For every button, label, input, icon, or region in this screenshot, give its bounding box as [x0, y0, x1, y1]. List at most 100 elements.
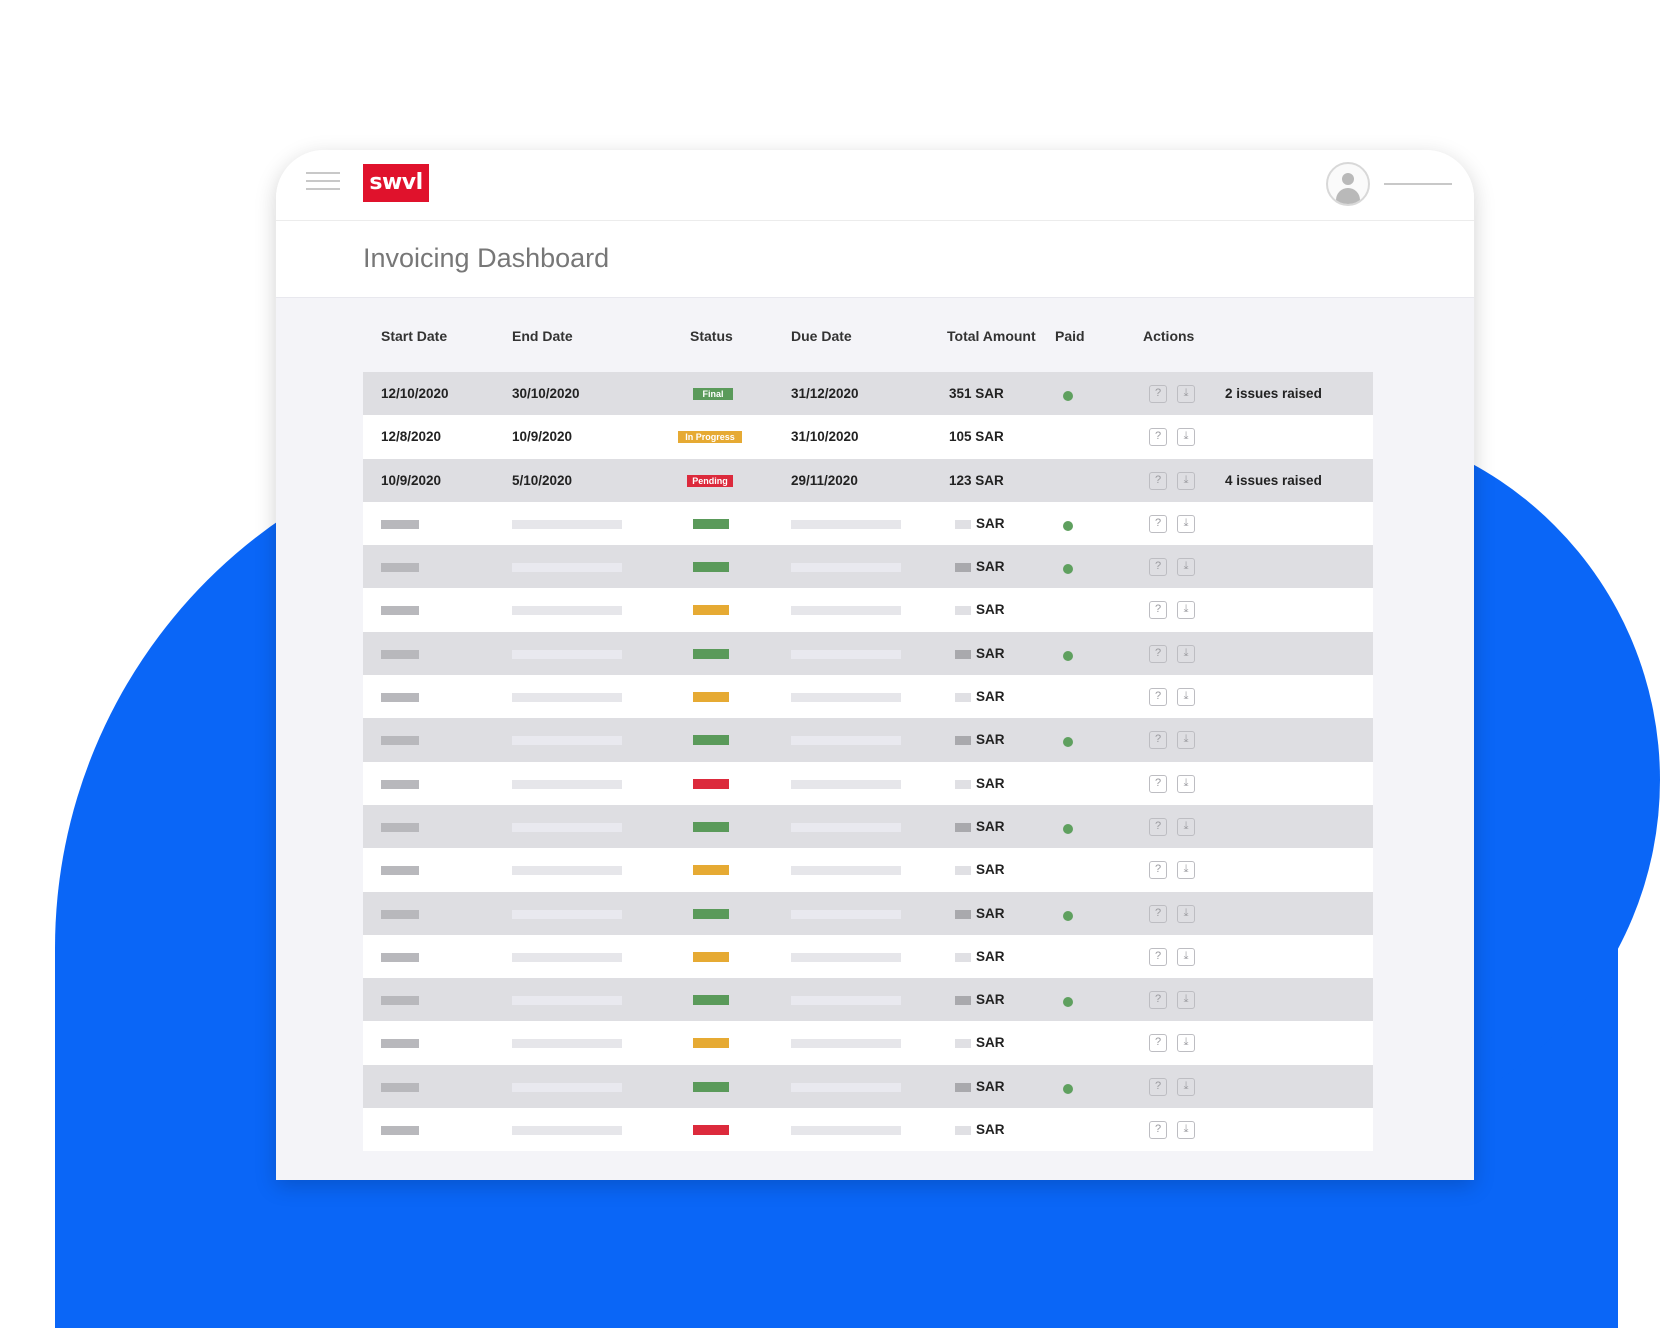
help-question-icon[interactable]: ? [1149, 385, 1167, 403]
status-bar [693, 605, 729, 616]
status-bar [693, 951, 729, 962]
start-date-placeholder [381, 952, 419, 962]
start-date-placeholder [381, 1039, 419, 1049]
status-bar [693, 518, 729, 529]
start-date-placeholder [381, 606, 419, 616]
help-question-icon[interactable]: ? [1149, 558, 1167, 577]
download-icon[interactable]: ⤓ [1177, 904, 1195, 923]
help-question-icon[interactable]: ? [1149, 1077, 1167, 1096]
amount-placeholder [955, 563, 971, 573]
column-header-total-amount[interactable]: Total Amount [947, 328, 1036, 344]
download-icon[interactable]: ⤓ [1177, 1077, 1195, 1096]
status-bar [693, 995, 729, 1006]
table-row[interactable]: 12/10/2020 30/10/2020 31/12/2020 351 SAR Fin… [363, 372, 1373, 416]
end-date-placeholder [512, 779, 622, 789]
download-icon[interactable]: ⤓ [1177, 514, 1195, 533]
table-row[interactable]: SAR? ⤓ [363, 675, 1373, 719]
help-question-icon[interactable]: ? [1149, 1121, 1167, 1140]
total-amount-cell: 123 SAR [949, 472, 1004, 488]
help-question-icon[interactable]: ? [1149, 731, 1167, 750]
table-row[interactable]: SAR? ⤓ [363, 1064, 1373, 1109]
table-row[interactable]: SAR? ⤓ [363, 978, 1373, 1022]
download-icon[interactable]: ⤓ [1177, 601, 1195, 620]
table-row[interactable]: SAR? ⤓ [363, 501, 1373, 546]
table-row[interactable]: SAR? ⤓ [363, 588, 1373, 632]
download-icon[interactable]: ⤓ [1177, 644, 1195, 663]
help-question-icon[interactable]: ? [1149, 1034, 1167, 1053]
download-icon[interactable]: ⤓ [1177, 861, 1195, 880]
column-header-status[interactable]: Status [690, 328, 733, 344]
end-date-placeholder [512, 693, 622, 703]
issues-raised-link[interactable]: 4 issues raised [1225, 473, 1322, 488]
brand-logo[interactable]: swvl [363, 164, 429, 202]
download-icon[interactable]: ⤓ [1177, 947, 1195, 966]
table-row[interactable]: SAR? ⤓ [363, 1108, 1373, 1152]
due-date-placeholder [791, 649, 901, 659]
status-bar [693, 1081, 729, 1092]
download-icon[interactable]: ⤓ [1177, 1034, 1195, 1053]
table-row[interactable]: SAR? ⤓ [363, 848, 1373, 892]
help-question-icon[interactable]: ? [1149, 688, 1167, 707]
column-header-actions[interactable]: Actions [1143, 328, 1194, 344]
amount-currency: SAR [976, 515, 1005, 531]
help-question-icon[interactable]: ? [1149, 947, 1167, 966]
start-date-placeholder [381, 649, 419, 659]
column-header-end-date[interactable]: End Date [512, 328, 573, 344]
download-icon[interactable]: ⤓ [1177, 558, 1195, 577]
help-question-icon[interactable]: ? [1149, 904, 1167, 923]
table-row[interactable]: SAR? ⤓ [363, 761, 1373, 805]
start-date-cell: 12/10/2020 [381, 386, 449, 401]
start-date-placeholder [381, 866, 419, 876]
column-header-start-date[interactable]: Start Date [381, 328, 447, 344]
help-question-icon[interactable]: ? [1149, 514, 1167, 533]
amount-placeholder [955, 693, 971, 703]
table-row[interactable]: SAR? ⤓ [363, 934, 1373, 979]
help-question-icon[interactable]: ? [1149, 817, 1167, 836]
download-icon[interactable]: ⤓ [1177, 774, 1195, 793]
table-row[interactable]: SAR? ⤓ [363, 545, 1373, 589]
table-row[interactable]: 10/9/2020 5/10/2020 29/11/2020 123 SAR Pendi… [363, 458, 1373, 502]
user-avatar-icon[interactable] [1326, 162, 1370, 206]
table-row[interactable]: SAR? ⤓ [363, 804, 1373, 849]
paid-indicator [1063, 997, 1073, 1008]
download-icon[interactable]: ⤓ [1177, 385, 1195, 403]
download-icon[interactable]: ⤓ [1177, 731, 1195, 750]
due-date-cell: 29/11/2020 [791, 472, 858, 488]
help-question-icon[interactable]: ? [1149, 601, 1167, 620]
status-bar [693, 778, 729, 789]
download-icon[interactable]: ⤓ [1177, 817, 1195, 836]
help-question-icon[interactable]: ? [1149, 428, 1167, 447]
end-date-placeholder [512, 736, 622, 746]
due-date-placeholder [791, 1039, 901, 1049]
due-date-placeholder [791, 563, 901, 573]
due-date-placeholder [791, 1082, 901, 1092]
amount-placeholder [955, 1082, 971, 1092]
hamburger-icon[interactable] [306, 172, 340, 192]
start-date-placeholder [381, 909, 419, 919]
table-row[interactable]: SAR? ⤓ [363, 631, 1373, 676]
column-header-due-date[interactable]: Due Date [791, 328, 852, 344]
download-icon[interactable]: ⤓ [1177, 1121, 1195, 1140]
column-header-paid[interactable]: Paid [1055, 328, 1085, 344]
help-question-icon[interactable]: ? [1149, 471, 1167, 490]
table-row[interactable]: SAR? ⤓ [363, 718, 1373, 762]
issues-raised-link[interactable]: 2 issues raised [1225, 386, 1322, 401]
download-icon[interactable]: ⤓ [1177, 428, 1195, 447]
help-question-icon[interactable]: ? [1149, 644, 1167, 663]
table-row[interactable]: SAR? ⤓ [363, 891, 1373, 935]
download-icon[interactable]: ⤓ [1177, 688, 1195, 707]
end-date-cell: 10/9/2020 [512, 429, 573, 445]
start-date-placeholder [381, 1126, 419, 1136]
user-name-placeholder [1384, 183, 1452, 185]
page-title: Invoicing Dashboard [363, 243, 610, 273]
table-row[interactable]: 12/8/2020 10/9/2020 31/10/2020 105 SAR In Pr… [363, 415, 1373, 459]
help-question-icon[interactable]: ? [1149, 991, 1167, 1010]
download-icon[interactable]: ⤓ [1177, 471, 1195, 490]
status-bar [693, 648, 729, 659]
table-row[interactable]: SAR? ⤓ [363, 1021, 1373, 1065]
amount-currency: SAR [976, 948, 1005, 964]
amount-currency: SAR [976, 775, 1005, 791]
help-question-icon[interactable]: ? [1149, 861, 1167, 880]
download-icon[interactable]: ⤓ [1177, 991, 1195, 1010]
help-question-icon[interactable]: ? [1149, 774, 1167, 793]
